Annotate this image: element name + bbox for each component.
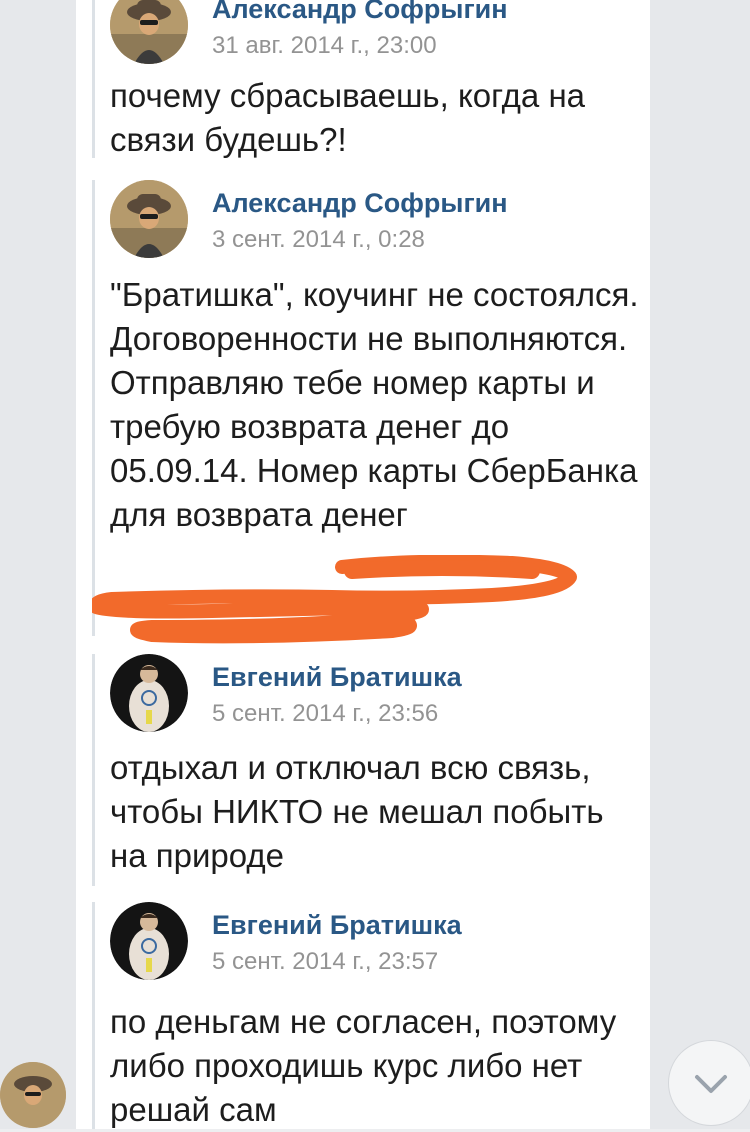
chevron-down-icon [695, 1075, 727, 1093]
message-date[interactable]: 3 сент. 2014 г., 0:28 [212, 226, 425, 254]
message-text: отдыхал и отключал всю связь, чтобы НИКТ… [110, 749, 604, 874]
message-date[interactable]: 5 сент. 2014 г., 23:57 [212, 948, 438, 976]
left-margin [0, 0, 76, 1129]
message-text: почему сбрасываешь, когда на связи будеш… [110, 77, 586, 158]
message-thread-bar [92, 902, 95, 1129]
avatar[interactable] [110, 180, 188, 258]
message-date[interactable]: 5 сент. 2014 г., 23:56 [212, 700, 438, 728]
message-text: "Братишка", коучинг не состоялся. Догово… [110, 276, 639, 533]
right-margin [650, 0, 750, 1129]
message: Александр Софрыгин 31 авг. 2014 г., 23:0… [92, 0, 640, 158]
message-thread-bar [92, 0, 95, 158]
message-author[interactable]: Александр Софрыгин [212, 0, 508, 25]
avatar[interactable] [110, 0, 188, 64]
message: Евгений Братишка 5 сент. 2014 г., 23:57 … [92, 902, 640, 1129]
redaction-scribble [92, 555, 577, 644]
scroll-down-button[interactable] [668, 1040, 750, 1126]
message-thread-bar [92, 654, 95, 886]
message-author[interactable]: Евгений Братишка [212, 910, 462, 941]
message-text: по деньгам не согласен, поэтому либо про… [110, 1003, 617, 1128]
message: Евгений Братишка 5 сент. 2014 г., 23:56 … [92, 654, 640, 886]
message-date[interactable]: 31 авг. 2014 г., 23:00 [212, 32, 437, 60]
current-user-avatar[interactable] [0, 1062, 66, 1128]
avatar[interactable] [110, 902, 188, 980]
message-author[interactable]: Евгений Братишка [212, 662, 462, 693]
avatar[interactable] [110, 654, 188, 732]
message-author[interactable]: Александр Софрыгин [212, 188, 508, 219]
